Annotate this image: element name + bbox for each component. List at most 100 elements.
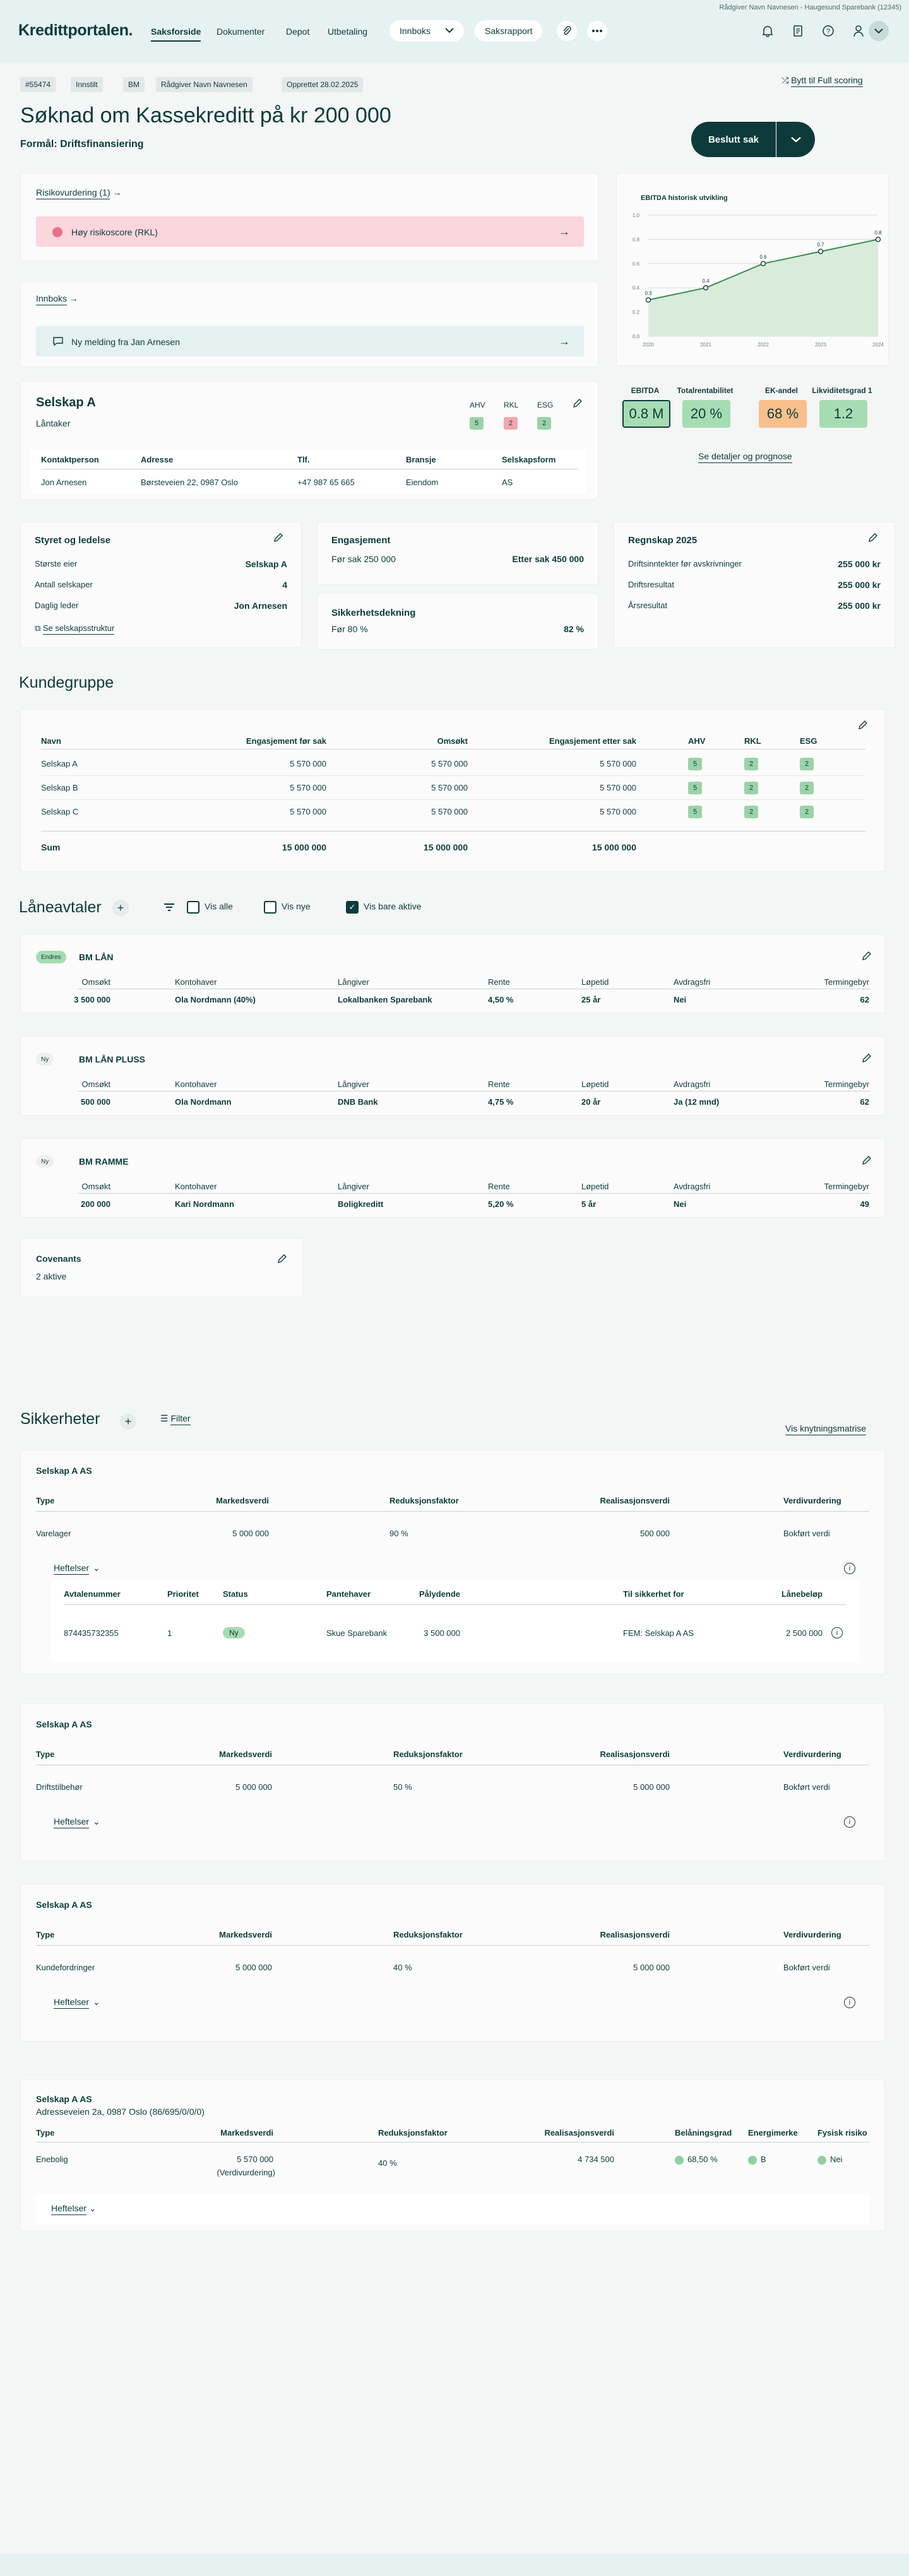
- col-phone: Tlf.: [297, 455, 310, 464]
- data-point: [875, 237, 881, 242]
- shuffle-icon: ⤮: [781, 75, 789, 85]
- table-header: Omsøkt: [437, 736, 468, 746]
- edit-icon[interactable]: [862, 951, 872, 961]
- security-card: Selskap A AS Type Varelager Markedsverdi 5 0…: [20, 1450, 885, 1674]
- filter-show-new[interactable]: Vis nye: [264, 901, 311, 914]
- esg-badge: 2: [537, 417, 551, 430]
- col-industry: Bransje: [406, 455, 436, 464]
- property-column-header: Belåningsgrad: [675, 2128, 732, 2138]
- security-column-header: Reduksjonsfaktor: [393, 1750, 463, 1759]
- chevron-down-icon: ⌄: [93, 1816, 100, 1826]
- table-cell: 5 570 000: [290, 807, 326, 816]
- kpi-details-link[interactable]: Se detaljer og prognose: [698, 451, 792, 463]
- divider: [78, 1193, 870, 1194]
- edit-icon[interactable]: [868, 532, 878, 543]
- filter-show-all[interactable]: Vis alle: [187, 901, 233, 914]
- checkbox[interactable]: [187, 901, 199, 914]
- chevron-down-icon: ⌄: [88, 2203, 97, 2213]
- loan-column-header: Kontohaver: [175, 1182, 217, 1191]
- edit-icon[interactable]: [273, 532, 283, 543]
- logo[interactable]: Kredittportalen.: [18, 21, 133, 40]
- risk-link[interactable]: Risikovurdering (1) →: [36, 187, 121, 199]
- security-column-header: Reduksjonsfaktor: [393, 1930, 463, 1939]
- loan-column-header: Termingebyr: [824, 1079, 869, 1089]
- nav-saksforside[interactable]: Saksforside: [151, 26, 201, 42]
- nav-depot[interactable]: Depot: [286, 26, 309, 37]
- report-button[interactable]: Saksrapport: [475, 20, 543, 42]
- data-point: [645, 297, 651, 303]
- full-scoring-link[interactable]: ⤮ Bytt til Full scoring: [781, 75, 863, 87]
- decide-button[interactable]: Beslutt sak: [691, 122, 815, 157]
- loan-value: Boligkreditt: [338, 1199, 384, 1209]
- liens-toggle[interactable]: Heftelser ⌄: [54, 1816, 100, 1828]
- liens-toggle[interactable]: Heftelser ⌄: [51, 2203, 97, 2215]
- nav-utbetaling[interactable]: Utbetaling: [328, 26, 367, 37]
- accounts-row-value: 255 000 kr: [838, 559, 881, 569]
- edit-icon[interactable]: [277, 1254, 287, 1264]
- bell-icon[interactable]: [758, 21, 778, 41]
- security-column-header: Verdivurdering: [783, 1750, 841, 1759]
- company-structure-link[interactable]: ⧉ Se selskapsstruktur: [35, 623, 115, 635]
- divider: [36, 1945, 869, 1946]
- risk-alert[interactable]: Høy risikoscore (RKL) →: [36, 216, 584, 247]
- loan-column-header: Omsøkt: [81, 977, 111, 987]
- liens-toggle[interactable]: Heftelser ⌄: [54, 1563, 100, 1575]
- more-icon[interactable]: [587, 21, 607, 41]
- add-security-button[interactable]: +: [120, 1413, 136, 1430]
- matrix-link[interactable]: Vis knytningsmatrise: [785, 1423, 867, 1435]
- inbox-dropdown[interactable]: Innboks: [389, 20, 464, 42]
- loan-column-header: Avdragsfri: [674, 977, 711, 987]
- filter-lines-icon[interactable]: [163, 902, 175, 914]
- add-loan-button[interactable]: +: [112, 900, 129, 916]
- coverage-before: Før 80 %: [331, 624, 368, 634]
- loan-value: DNB Bank: [338, 1097, 378, 1107]
- divider: [41, 775, 865, 776]
- chevron-down-icon: ⌄: [93, 1997, 100, 2007]
- info-icon[interactable]: i: [844, 1816, 855, 1828]
- user-menu-chevron-icon[interactable]: [869, 21, 889, 41]
- nav-dokumenter[interactable]: Dokumenter: [217, 26, 264, 37]
- table-cell: 5 570 000: [600, 759, 636, 768]
- footer-bar: [0, 2554, 909, 2576]
- liens-toggle[interactable]: Heftelser ⌄: [54, 1997, 100, 2009]
- edit-icon[interactable]: [862, 1155, 872, 1165]
- company-card: Selskap A Låntaker AHV RKL ESG 5 2 2 Kon…: [20, 381, 598, 500]
- inbox-link[interactable]: Innboks →: [36, 293, 78, 305]
- checkbox-checked[interactable]: ✓: [346, 901, 359, 914]
- loan-card[interactable]: Ny BM LÅN PLUSS Omsøkt 500 000 Kontohaver Ola…: [20, 1036, 885, 1115]
- y-tick-label: 0.2: [633, 310, 640, 315]
- loan-card[interactable]: Endres BM LÅN Omsøkt 3 500 000 Kontohaver Ola…: [20, 934, 885, 1013]
- loan-value: 62: [860, 995, 869, 1004]
- filter-button[interactable]: ☰ Filter: [160, 1413, 191, 1425]
- table-cell: Selskap B: [41, 783, 78, 792]
- edit-icon[interactable]: [573, 398, 583, 408]
- info-icon[interactable]: i: [844, 1997, 855, 2008]
- x-tick-label: 2020: [643, 342, 654, 348]
- kpi-label: Totalrentabilitet: [677, 386, 734, 395]
- chevron-down-icon[interactable]: [776, 136, 815, 143]
- loan-value: 5,20 %: [488, 1199, 514, 1209]
- covenants-title: Covenants: [36, 1254, 81, 1264]
- paperclip-icon[interactable]: [557, 21, 577, 41]
- sum-cell: Sum: [41, 842, 61, 852]
- loan-card[interactable]: Ny BM RAMME Omsøkt 200 000 Kontohaver Kari No…: [20, 1138, 885, 1218]
- table-header: Engasjement etter sak: [549, 736, 636, 746]
- info-icon[interactable]: i: [831, 1627, 843, 1638]
- info-icon[interactable]: i: [844, 1563, 855, 1574]
- document-icon[interactable]: [788, 21, 808, 41]
- user-icon[interactable]: [848, 21, 869, 41]
- covenants-count: 2 aktive: [36, 1271, 67, 1281]
- help-icon[interactable]: ?: [818, 21, 838, 41]
- rkl-badge: 2: [504, 417, 518, 430]
- security-value: 40 %: [393, 1963, 412, 1972]
- inbox-message[interactable]: Ny melding fra Jan Arnesen →: [36, 326, 584, 356]
- contact-value: Jon Arnesen: [41, 478, 87, 487]
- address-value: Børsteveien 22, 0987 Oslo: [141, 478, 238, 487]
- rating-badge: 2: [744, 782, 758, 794]
- x-tick-label: 2021: [700, 342, 711, 348]
- filter-show-active[interactable]: ✓ Vis bare aktive: [346, 901, 422, 914]
- edit-icon[interactable]: [862, 1053, 872, 1063]
- checkbox[interactable]: [264, 901, 276, 914]
- edit-icon[interactable]: [858, 720, 868, 730]
- loan-value: 62: [860, 1097, 869, 1107]
